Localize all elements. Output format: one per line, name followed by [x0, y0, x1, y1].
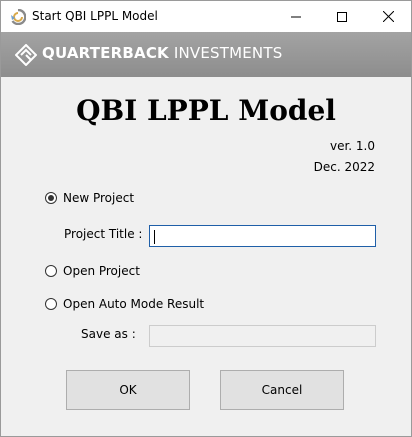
brand-name: QUARTERBACK INVESTMENTS: [42, 44, 282, 62]
maximize-icon: [337, 11, 347, 22]
minimize-button[interactable]: [273, 1, 319, 32]
open-auto-mode-radio-circle[interactable]: [45, 298, 57, 310]
save-as-input: [149, 325, 376, 347]
maximize-button[interactable]: [319, 1, 365, 32]
open-project-radio-circle[interactable]: [45, 265, 57, 277]
save-as-label: Save as :: [81, 327, 136, 341]
app-icon: [10, 8, 27, 26]
date-text: Dec. 2022: [313, 160, 375, 174]
dialog-window: Start QBI LPPL Model QUARTERBACK INVESTM…: [0, 0, 412, 437]
cancel-button[interactable]: Cancel: [220, 370, 344, 410]
version-text: ver. 1.0: [329, 139, 375, 153]
new-project-label: New Project: [63, 191, 135, 205]
title-bar[interactable]: Start QBI LPPL Model: [1, 1, 411, 32]
minimize-icon: [291, 16, 301, 17]
open-auto-mode-radio[interactable]: Open Auto Mode Result: [45, 297, 204, 311]
window-title: Start QBI LPPL Model: [32, 9, 158, 23]
close-icon: [382, 11, 394, 22]
open-project-radio[interactable]: Open Project: [45, 264, 140, 278]
project-title-label: Project Title :: [64, 227, 143, 241]
brand-name-bold: QUARTERBACK: [42, 44, 169, 62]
new-project-radio[interactable]: New Project: [45, 191, 134, 205]
brand-banner: QUARTERBACK INVESTMENTS: [1, 32, 411, 77]
project-title-input[interactable]: [149, 225, 376, 247]
close-button[interactable]: [365, 1, 411, 32]
ok-button[interactable]: OK: [66, 370, 190, 410]
page-title: QBI LPPL Model: [76, 94, 336, 127]
text-caret: [154, 230, 155, 244]
quarterback-logo-icon: [14, 43, 38, 67]
open-project-label: Open Project: [63, 264, 140, 278]
open-auto-mode-label: Open Auto Mode Result: [63, 297, 205, 311]
new-project-radio-circle[interactable]: [45, 192, 57, 204]
brand-name-light: INVESTMENTS: [173, 44, 283, 62]
